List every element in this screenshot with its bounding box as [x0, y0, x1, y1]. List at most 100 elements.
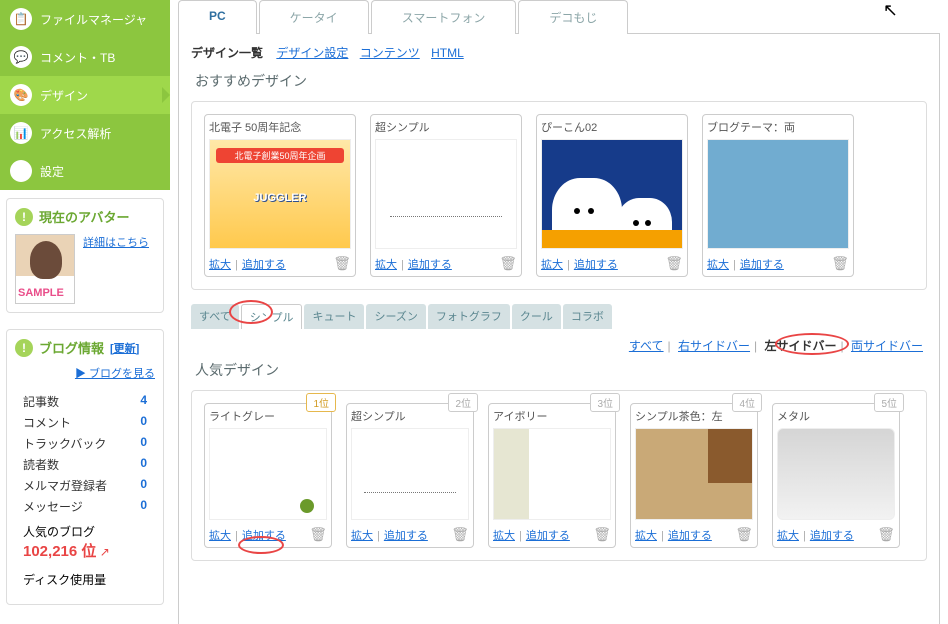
ftab-cute[interactable]: キュート [304, 304, 364, 329]
ftab-collab[interactable]: コラボ [563, 304, 612, 329]
trash-icon[interactable]: 🗑 [451, 526, 469, 543]
stat-value: 4 [140, 393, 147, 410]
stat-row: トラックバック0 [23, 435, 147, 452]
expand-link[interactable]: 拡大 [375, 259, 397, 271]
design-card[interactable]: ライトグレー 拡大|追加する🗑 [204, 403, 332, 548]
update-link[interactable]: [更新] [110, 340, 139, 356]
comment-icon: 💬 [10, 46, 32, 68]
nav: 📋ファイルマネージャ 💬 コメント・TB 🎨デザイン 📊アクセス解析 ⚙設定 [0, 0, 170, 190]
stat-row: 記事数4 [23, 393, 147, 410]
expand-link[interactable]: 拡大 [493, 530, 515, 542]
tab-mobile[interactable]: ケータイ [259, 0, 369, 34]
category-tabs: すべて シンプル キュート シーズン フォトグラフ クール コラボ [191, 304, 927, 329]
nav-comment-tb[interactable]: 💬 コメント・TB [0, 38, 170, 76]
nav-design[interactable]: 🎨デザイン [0, 76, 170, 114]
nav-label: 設定 [40, 163, 64, 180]
expand-link[interactable]: 拡大 [541, 259, 563, 271]
view-blog-link[interactable]: ▶ ブログを見る [75, 368, 155, 380]
tab-smartphone[interactable]: スマートフォン [371, 0, 517, 34]
filter-left-sidebar[interactable]: 左サイドバー [765, 339, 837, 353]
ftab-season[interactable]: シーズン [366, 304, 425, 329]
nav-label: アクセス解析 [40, 125, 111, 142]
ftab-all[interactable]: すべて [191, 304, 239, 329]
expand-link[interactable]: 拡大 [707, 259, 729, 271]
content-area: デザイン一覧 デザイン設定 コンテンツ HTML おすすめデザイン 北電子 50… [178, 33, 940, 624]
panel-title-text: ブログ情報 [39, 338, 104, 357]
expand-link[interactable]: 拡大 [209, 530, 231, 542]
ftab-cool[interactable]: クール [512, 304, 561, 329]
expand-link[interactable]: 拡大 [777, 530, 799, 542]
trash-icon[interactable]: 🗑 [333, 255, 351, 272]
add-link[interactable]: 追加する [668, 530, 712, 542]
stat-row: メッセージ0 [23, 498, 147, 515]
crumb-contents[interactable]: コンテンツ [360, 46, 420, 60]
trash-icon[interactable]: 🗑 [309, 526, 327, 543]
design-card[interactable]: アイボリー 拡大|追加する🗑 [488, 403, 616, 548]
add-link[interactable]: 追加する [810, 530, 854, 542]
rank-arrow-icon: ↗ [100, 545, 110, 559]
avatar-panel-title: !現在のアバター [15, 207, 155, 226]
nav-label: ファイルマネージャ [40, 11, 147, 28]
design-card[interactable]: 北電子 50周年記念 北電子創業50周年企画JUGGLER 拡大|追加する🗑 [204, 114, 356, 277]
avatar-image [15, 234, 75, 304]
expand-link[interactable]: 拡大 [635, 530, 657, 542]
device-tabs: PC ケータイ スマートフォン デコもじ [178, 0, 940, 34]
nav-file-manager[interactable]: 📋ファイルマネージャ [0, 0, 170, 38]
rank-badge: 2位 [448, 393, 478, 412]
ftab-photograph[interactable]: フォトグラフ [428, 304, 510, 329]
card-thumb: 北電子創業50周年企画JUGGLER [209, 139, 351, 249]
card-thumb [541, 139, 683, 249]
tab-decomoji[interactable]: デコもじ [518, 0, 628, 34]
rank-badge: 1位 [306, 393, 336, 412]
nav-settings[interactable]: ⚙設定 [0, 152, 170, 190]
stat-label: メルマガ登録者 [23, 477, 107, 494]
add-link[interactable]: 追加する [384, 530, 428, 542]
add-link[interactable]: 追加する [242, 530, 286, 542]
filter-all[interactable]: すべて [629, 339, 664, 353]
design-card[interactable]: ぴーこん02 拡大|追加する🗑 [536, 114, 688, 277]
stat-label: コメント [23, 414, 71, 431]
card-thumb [375, 139, 517, 249]
trash-icon[interactable]: 🗑 [499, 255, 517, 272]
design-card[interactable]: メタル 拡大|追加する🗑 [772, 403, 900, 548]
crumb-design-settings[interactable]: デザイン設定 [276, 46, 348, 60]
stat-value: 0 [140, 435, 147, 452]
rank-badge: 4位 [732, 393, 762, 412]
card-title: 超シンプル [375, 119, 517, 135]
rank-badge: 3位 [590, 393, 620, 412]
nav-analytics[interactable]: 📊アクセス解析 [0, 114, 170, 152]
add-link[interactable]: 追加する [242, 259, 286, 271]
card-thumb [493, 428, 611, 520]
card-thumb [707, 139, 849, 249]
tab-pc[interactable]: PC [178, 0, 257, 34]
design-card[interactable]: 超シンプル 拡大|追加する🗑 [370, 114, 522, 277]
trash-icon[interactable]: 🗑 [665, 255, 683, 272]
trash-icon[interactable]: 🗑 [735, 526, 753, 543]
expand-link[interactable]: 拡大 [351, 530, 373, 542]
add-link[interactable]: 追加する [526, 530, 570, 542]
ftab-simple[interactable]: シンプル [241, 304, 303, 329]
design-card[interactable]: シンプル茶色：左 拡大|追加する🗑 [630, 403, 758, 548]
stat-value: 0 [140, 498, 147, 515]
card-title: ぴーこん02 [541, 119, 683, 135]
add-link[interactable]: 追加する [408, 259, 452, 271]
thumb-banner: 北電子創業50周年企画 [216, 148, 344, 163]
info-icon: ! [15, 339, 33, 357]
design-card[interactable]: ブログテーマ：両 拡大|追加する🗑 [702, 114, 854, 277]
filter-right-sidebar[interactable]: 右サイドバー [678, 339, 750, 353]
crumb-html[interactable]: HTML [431, 46, 464, 60]
avatar-detail-link[interactable]: 詳細はこちら [83, 234, 149, 250]
design-card[interactable]: 超シンプル 拡大|追加する🗑 [346, 403, 474, 548]
filter-both-sidebar[interactable]: 両サイドバー [851, 339, 923, 353]
add-link[interactable]: 追加する [740, 259, 784, 271]
add-link[interactable]: 追加する [574, 259, 618, 271]
recommend-row: 北電子 50周年記念 北電子創業50周年企画JUGGLER 拡大|追加する🗑 超… [191, 101, 927, 290]
stat-label: 読者数 [23, 456, 59, 473]
panel-title-text: 現在のアバター [39, 207, 129, 226]
nav-label: コメント・TB [40, 49, 115, 66]
trash-icon[interactable]: 🗑 [831, 255, 849, 272]
card-title: ブログテーマ：両 [707, 119, 849, 135]
expand-link[interactable]: 拡大 [209, 259, 231, 271]
trash-icon[interactable]: 🗑 [877, 526, 895, 543]
trash-icon[interactable]: 🗑 [593, 526, 611, 543]
